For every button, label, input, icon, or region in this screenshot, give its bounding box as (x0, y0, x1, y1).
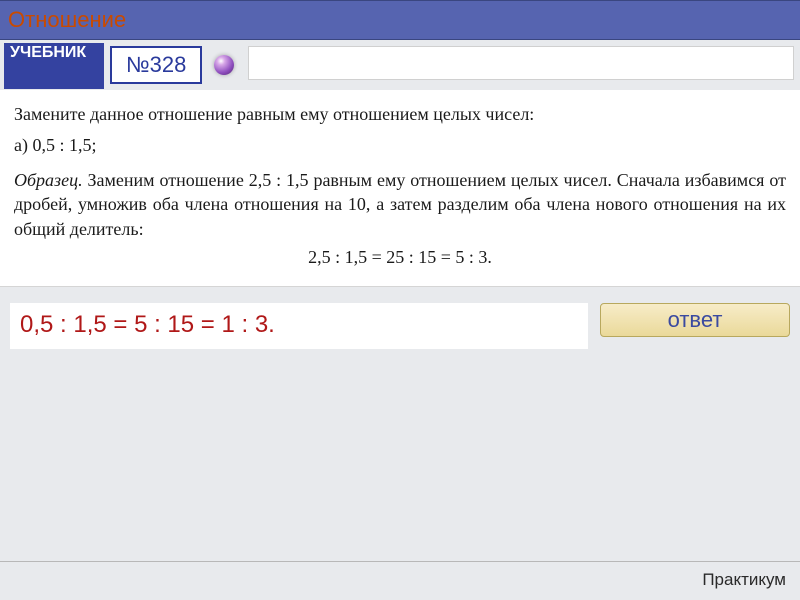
answer-row: 0,5 : 1,5 = 5 : 15 = 1 : 3. ответ (0, 303, 800, 349)
sample-lead: Образец. (14, 170, 83, 190)
problem-content: Замените данное отношение равным ему отн… (0, 90, 800, 287)
sample-equation: 2,5 : 1,5 = 25 : 15 = 5 : 3. (14, 247, 786, 268)
page-title: Отношение (8, 7, 126, 33)
problem-sample: Образец. Заменим отношение 2,5 : 1,5 рав… (14, 168, 786, 241)
divider (0, 561, 800, 562)
problem-number: №328 (110, 46, 202, 84)
toolbar: УЧЕБНИК №328 (0, 40, 800, 90)
answer-text: 0,5 : 1,5 = 5 : 15 = 1 : 3. (10, 303, 588, 349)
header-bar: Отношение (0, 0, 800, 40)
toolbar-spacer (248, 46, 794, 80)
answer-button[interactable]: ответ (600, 303, 790, 337)
bullet-icon (214, 55, 234, 75)
footer-label: Практикум (702, 570, 786, 590)
problem-item-a: а) 0,5 : 1,5; (14, 135, 786, 156)
textbook-badge: УЧЕБНИК (4, 43, 104, 89)
sample-rest: Заменим отношение 2,5 : 1,5 равным ему о… (14, 170, 786, 239)
problem-prompt: Замените данное отношение равным ему отн… (14, 104, 786, 125)
